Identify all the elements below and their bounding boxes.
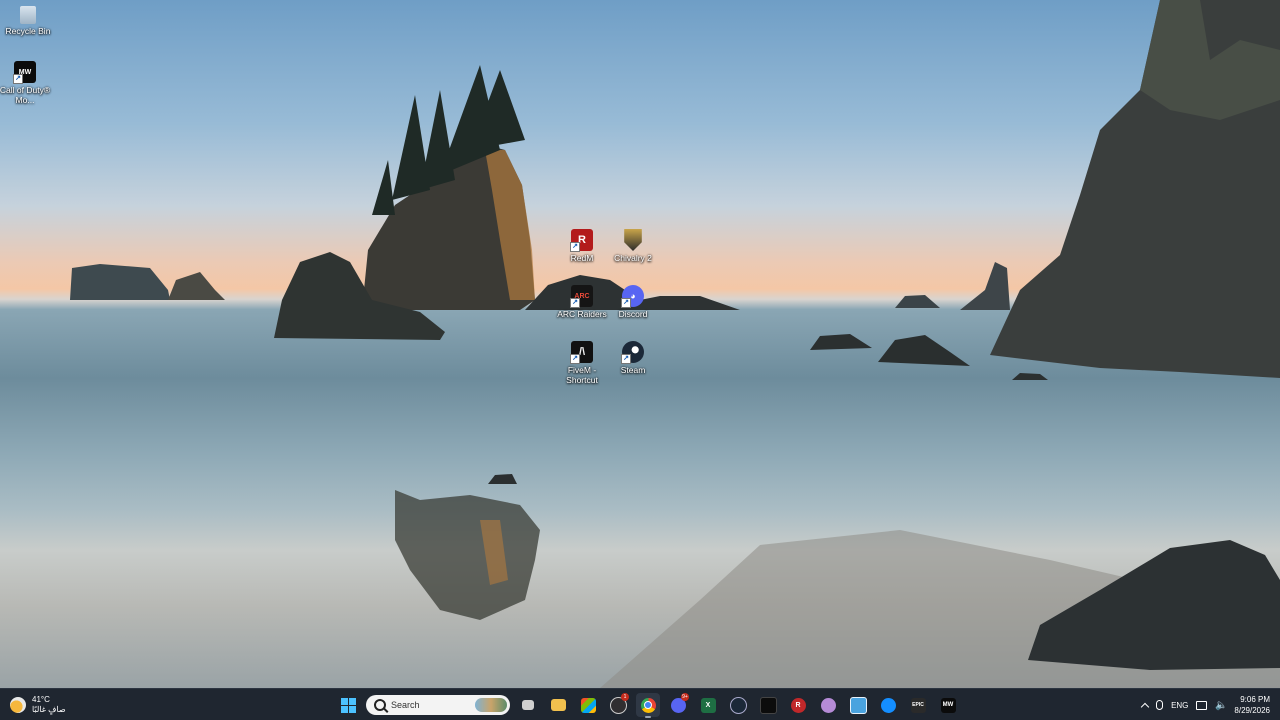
unknown-app-button[interactable]: [816, 693, 840, 717]
taskbar-search-box[interactable]: Search: [366, 695, 510, 715]
redm-icon: R ↗: [570, 229, 593, 252]
terminal-icon: [759, 696, 777, 714]
notification-badge: 1: [621, 693, 629, 701]
excel-icon: X: [700, 697, 716, 713]
discord-button[interactable]: 9+: [666, 693, 690, 717]
redm-icon: R: [790, 697, 806, 713]
microphone-icon[interactable]: [1156, 700, 1164, 710]
taskbar-apps: Search 1 9+ X R EPIC MW: [336, 693, 960, 718]
call-of-duty-icon: MW: [940, 697, 956, 713]
folder-icon: [550, 699, 566, 711]
show-hidden-icons-chevron-icon[interactable]: [1140, 702, 1150, 711]
chrome-icon: [640, 697, 656, 713]
call-of-duty-icon: MW ↗: [13, 61, 36, 84]
excel-button[interactable]: X: [696, 693, 720, 717]
clock-time: 9:06 PM: [1240, 695, 1270, 704]
battle-net-button[interactable]: [876, 693, 900, 717]
desktop-icon-fivem[interactable]: /\ ↗ FiveM - Shortcut: [554, 341, 610, 385]
desktop-icon-label: Recycle Bin: [5, 26, 51, 36]
desktop-icon-label: RedM: [570, 253, 594, 263]
desktop-icon-chivalry-2[interactable]: Chivalry 2: [605, 229, 661, 263]
recycle-bin-icon: [20, 6, 36, 24]
shortcut-arrow-icon: ↗: [570, 242, 580, 252]
desktop-icon-label: Chivalry 2: [614, 253, 652, 263]
terminal-button[interactable]: [756, 693, 780, 717]
notepad-button[interactable]: [846, 693, 870, 717]
desktop-icon-label: ARC Raiders: [557, 309, 607, 319]
search-placeholder: Search: [391, 700, 420, 710]
desktop-icon-label: Discord: [618, 309, 648, 319]
active-indicator: [645, 716, 651, 718]
search-icon: [374, 699, 386, 711]
notepad-icon: [849, 696, 867, 714]
shortcut-arrow-icon: ↗: [570, 354, 580, 364]
arc-raiders-icon: ARC ↗: [570, 285, 593, 308]
network-icon[interactable]: [1196, 700, 1208, 710]
epic-games-icon: EPIC: [910, 697, 926, 713]
desktop-icon-discord[interactable]: ◕ ↗ Discord: [605, 285, 661, 319]
notification-badge: 9+: [681, 693, 689, 701]
weather-widget[interactable]: 41°C صافٍ غالبًا: [10, 693, 66, 717]
search-highlight-image: [475, 698, 507, 712]
task-view-icon: [522, 700, 534, 710]
steam-icon: ↗: [621, 341, 644, 364]
desktop-icon-steam[interactable]: ↗ Steam: [605, 341, 661, 375]
weather-temperature: 41°C: [32, 695, 50, 704]
chivalry-2-icon: [624, 229, 642, 251]
microsoft-store-button[interactable]: [576, 693, 600, 717]
epic-games-button[interactable]: EPIC: [906, 693, 930, 717]
file-explorer-button[interactable]: [546, 693, 570, 717]
desktop-icon-call-of-duty[interactable]: MW ↗ Call of Duty® Mo...: [0, 61, 53, 105]
store-icon: [580, 697, 596, 713]
task-view-button[interactable]: [516, 693, 540, 717]
desktop-icon-label: FiveM - Shortcut: [566, 365, 598, 385]
taskbar: 41°C صافٍ غالبًا Search 1 9+ X R EPIC MW…: [0, 688, 1280, 720]
steam-button[interactable]: [726, 693, 750, 717]
shortcut-arrow-icon: ↗: [621, 354, 631, 364]
desktop-icon-arc-raiders[interactable]: ARC ↗ ARC Raiders: [554, 285, 610, 319]
clock[interactable]: 9:06 PM 8/29/2026: [1234, 694, 1270, 716]
desktop-icon-label: Steam: [620, 365, 646, 375]
shortcut-arrow-icon: ↗: [570, 298, 580, 308]
weather-partly-sunny-icon: [10, 697, 26, 713]
windows-logo-icon: [340, 697, 356, 713]
weather-condition: صافٍ غالبًا: [32, 705, 66, 714]
desktop-icon-recycle-bin[interactable]: Recycle Bin: [0, 6, 56, 36]
system-tray: ENG 🔈 9:06 PM 8/29/2026: [1140, 693, 1270, 717]
call-of-duty-button[interactable]: MW: [936, 693, 960, 717]
start-button[interactable]: [336, 693, 360, 717]
google-chrome-button[interactable]: [636, 693, 660, 718]
desktop-icon-label: Call of Duty® Mo...: [0, 85, 51, 105]
obs-studio-button[interactable]: 1: [606, 693, 630, 717]
clock-date: 8/29/2026: [1234, 706, 1270, 715]
shortcut-arrow-icon: ↗: [621, 298, 631, 308]
desktop-icon-redm[interactable]: R ↗ RedM: [554, 229, 610, 263]
fivem-icon: /\ ↗: [570, 341, 593, 364]
language-indicator[interactable]: ENG: [1171, 701, 1188, 710]
shortcut-arrow-icon: ↗: [13, 74, 23, 84]
app-icon: [820, 697, 836, 713]
battle-net-icon: [880, 697, 896, 713]
discord-icon: ◕ ↗: [621, 285, 644, 308]
steam-icon: [729, 696, 747, 714]
volume-icon[interactable]: 🔈: [1215, 700, 1227, 711]
redm-button[interactable]: R: [786, 693, 810, 717]
